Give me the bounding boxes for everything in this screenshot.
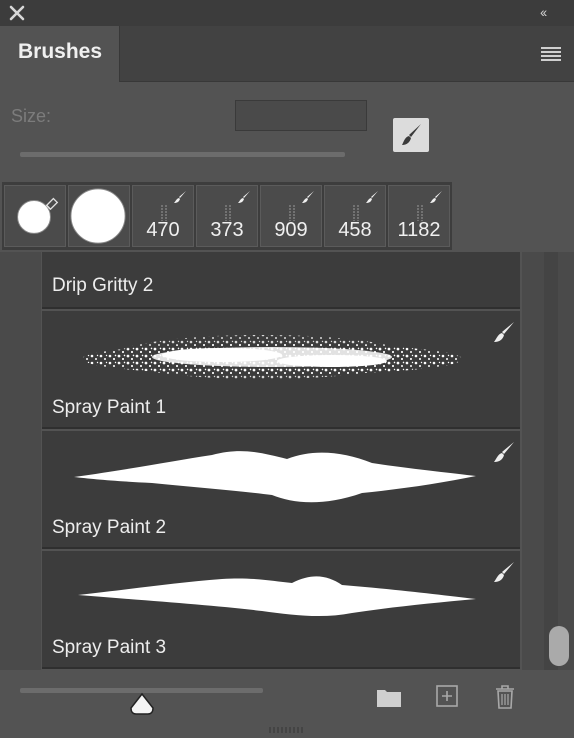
brush-list[interactable]: Drip Gritty 2 Spray Paint 1 Spray Paint … — [0, 252, 574, 670]
preset-909[interactable]: 909 — [260, 185, 322, 247]
collapse-panel-button[interactable]: ‹‹ — [540, 3, 562, 21]
resize-grip-icon[interactable] — [268, 726, 306, 734]
panel-footer — [0, 670, 574, 738]
brush-icon — [366, 191, 378, 203]
folder-icon[interactable] — [376, 686, 402, 708]
size-input[interactable] — [235, 100, 367, 131]
round-eraser-icon — [17, 197, 59, 234]
brush-name: Spray Paint 3 — [52, 637, 167, 658]
brush-icon — [174, 191, 186, 203]
spray-stroke-preview — [78, 576, 476, 617]
brush-icon — [402, 124, 421, 145]
brush-icon — [494, 442, 514, 462]
slider-thumb-icon[interactable] — [129, 692, 155, 716]
spray-stroke-preview — [82, 335, 462, 379]
round-hard-icon — [70, 188, 126, 244]
list-item[interactable]: Spray Paint 3 — [42, 551, 520, 669]
brush-icon — [302, 191, 314, 203]
spray-stroke-preview — [74, 451, 476, 503]
brush-icon — [238, 191, 250, 203]
preset-round-eraser[interactable] — [4, 185, 66, 247]
preset-size: 458 — [338, 219, 372, 241]
preset-round-hard[interactable] — [68, 185, 130, 247]
close-icon[interactable] — [8, 4, 26, 22]
preset-size: 1182 — [397, 219, 441, 241]
brush-name: Spray Paint 2 — [52, 517, 167, 538]
size-label: Size: — [11, 106, 52, 126]
brush-icon — [494, 562, 514, 582]
tab-brushes-label: Brushes — [18, 40, 103, 63]
new-brush-icon[interactable] — [436, 685, 458, 707]
title-bar: ‹‹ — [0, 0, 574, 26]
size-slider[interactable] — [20, 152, 345, 157]
brush-settings-button[interactable] — [393, 118, 429, 152]
hamburger-menu-icon[interactable] — [540, 46, 562, 62]
trash-icon[interactable] — [494, 684, 516, 710]
preset-458[interactable]: 458 — [324, 185, 386, 247]
list-item[interactable]: Spray Paint 1 — [42, 311, 520, 429]
preset-470[interactable]: 470 — [132, 185, 194, 247]
brush-icon — [430, 191, 442, 203]
tab-brushes[interactable]: Brushes — [0, 26, 120, 82]
brush-presets-bar: 470 373 909 458 1182 — [2, 182, 452, 250]
preset-1182[interactable]: 1182 — [388, 185, 450, 247]
brush-name: Spray Paint 1 — [52, 397, 167, 418]
list-item[interactable]: Drip Gritty 2 — [42, 252, 520, 309]
list-item[interactable]: Spray Paint 2 — [42, 431, 520, 549]
preset-size: 373 — [210, 219, 244, 241]
preset-size: 909 — [274, 219, 308, 241]
tab-strip: Brushes — [0, 26, 574, 82]
scrollbar-thumb[interactable] — [549, 626, 569, 666]
brush-icon — [494, 322, 514, 342]
list-gutter — [0, 252, 41, 670]
preset-373[interactable]: 373 — [196, 185, 258, 247]
preset-size: 470 — [146, 219, 180, 241]
scrollbar-channel — [544, 252, 558, 670]
brush-name: Drip Gritty 2 — [52, 275, 154, 296]
